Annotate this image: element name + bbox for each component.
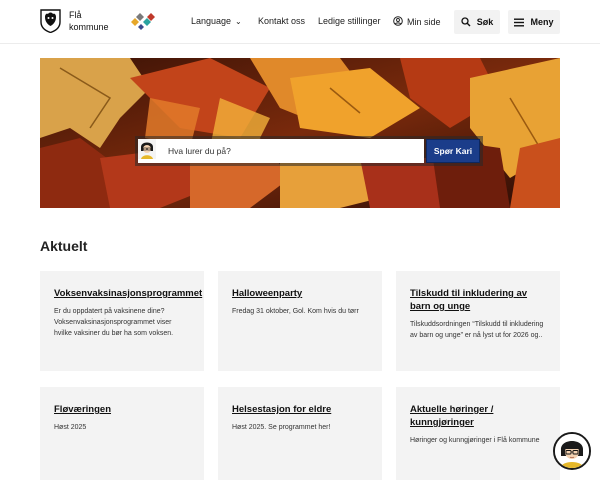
- news-card[interactable]: Tilskudd til inkludering av barn og unge…: [396, 271, 560, 371]
- nav-kontakt-oss[interactable]: Kontakt oss: [258, 16, 305, 26]
- news-card-title[interactable]: Aktuelle høringer / kunngjøringer: [410, 403, 546, 429]
- news-card[interactable]: Helsestasjon for eldre Høst 2025. Se pro…: [218, 387, 382, 480]
- menu-button-label: Meny: [530, 17, 554, 27]
- logo-line-2: kommune: [69, 22, 109, 32]
- news-card-text: Høst 2025: [54, 424, 87, 431]
- autumn-leaves-image: [40, 58, 560, 208]
- site-header: Flå kommune Language ⌄ Kontakt oss Ledige…: [0, 0, 600, 44]
- hero-banner: Spør Kari: [40, 58, 560, 208]
- nav-language-label: Language: [191, 16, 232, 26]
- search-button-label: Søk: [476, 17, 494, 27]
- news-card-text: Tilskuddsordningen “Tilskudd til inklude…: [410, 321, 544, 339]
- nav-language[interactable]: Language ⌄: [191, 16, 242, 26]
- search-button[interactable]: Søk: [454, 10, 500, 34]
- ask-input-wrapper[interactable]: [138, 139, 424, 163]
- chevron-down-icon: ⌄: [235, 17, 242, 26]
- person-icon: [393, 16, 403, 26]
- nav-ledige-stillinger[interactable]: Ledige stillinger: [318, 16, 381, 26]
- ask-kari-button[interactable]: Spør Kari: [426, 139, 480, 163]
- search-icon: [461, 17, 471, 27]
- chat-kari-button[interactable]: [553, 432, 591, 470]
- news-card[interactable]: Fløværingen Høst 2025: [40, 387, 204, 480]
- aktuelt-heading: Aktuelt: [40, 238, 88, 254]
- news-card[interactable]: Halloweenparty Fredag 31 oktober, Gol. K…: [218, 271, 382, 371]
- ask-kari-bar: Spør Kari: [135, 136, 483, 166]
- news-card[interactable]: Aktuelle høringer / kunngjøringer Høring…: [396, 387, 560, 480]
- nav-min-side-label: Min side: [407, 17, 441, 27]
- logo-line-1: Flå: [69, 10, 82, 20]
- news-card-text: Fredag 31 oktober, Gol. Kom hvis du tørr: [232, 308, 359, 315]
- decorative-diamonds-icon: [131, 13, 155, 30]
- menu-icon: [514, 18, 525, 26]
- coat-of-arms-icon[interactable]: [40, 9, 61, 33]
- news-card-title[interactable]: Helsestasjon for eldre: [232, 403, 368, 416]
- news-card-title[interactable]: Voksenvaksinasjonsprogrammet: [54, 287, 202, 300]
- kari-chat-avatar-icon: [555, 434, 589, 468]
- news-card-title[interactable]: Halloweenparty: [232, 287, 368, 300]
- news-card-title[interactable]: Tilskudd til inkludering av barn og unge: [410, 287, 546, 313]
- news-card-title[interactable]: Fløværingen: [54, 403, 190, 416]
- news-card-text: Er du oppdatert på vaksinene dine? Vokse…: [54, 308, 174, 337]
- nav-min-side[interactable]: Min side: [393, 16, 441, 27]
- ask-kari-input[interactable]: [168, 139, 418, 163]
- logo-text[interactable]: Flå kommune: [69, 9, 109, 33]
- news-card-text: Høringer og kunngjøringer i Flå kommune: [410, 437, 540, 444]
- news-card-text: Høst 2025. Se programmet her!: [232, 424, 331, 431]
- menu-button[interactable]: Meny: [508, 10, 560, 34]
- kari-avatar-icon: [138, 139, 156, 159]
- news-card[interactable]: Voksenvaksinasjonsprogrammet Er du oppda…: [40, 271, 204, 371]
